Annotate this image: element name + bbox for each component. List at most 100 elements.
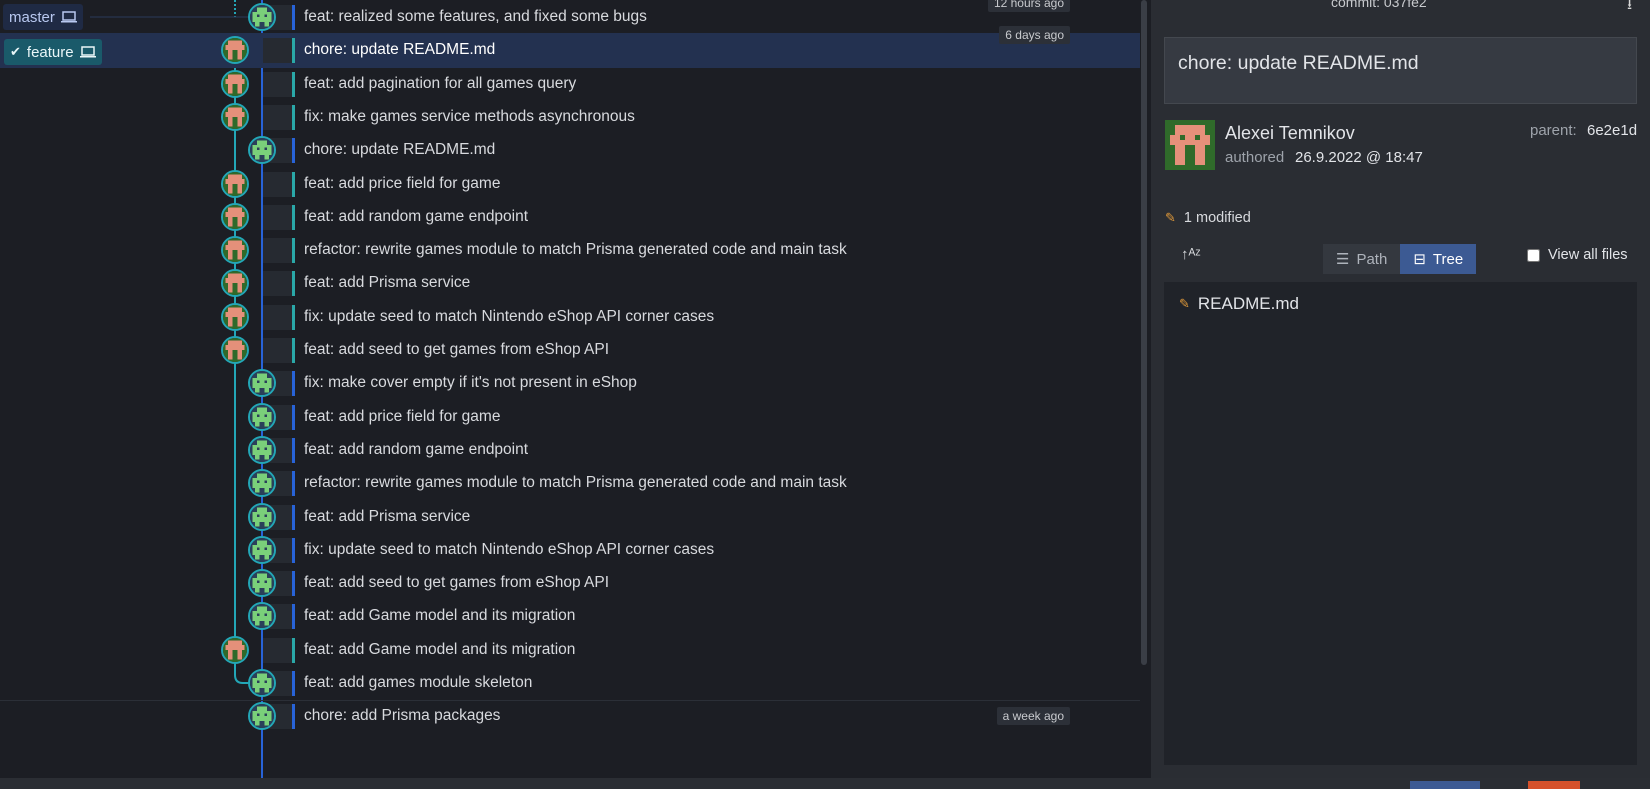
row-lane-stripe — [263, 271, 293, 297]
author-avatar — [1165, 120, 1215, 170]
commit-row[interactable]: feat: add Prisma service — [0, 500, 1140, 535]
row-color-bar — [292, 271, 295, 297]
pencil-icon: ✎ — [1165, 210, 1176, 225]
laptop-icon — [79, 46, 96, 58]
commit-sha-line: commit: 037fe2 — [1331, 0, 1427, 10]
status-bar-button[interactable] — [1410, 781, 1480, 789]
commit-avatar[interactable] — [221, 302, 249, 331]
row-color-bar — [292, 338, 295, 363]
file-row[interactable]: ✎ README.md — [1179, 294, 1299, 314]
commit-avatar[interactable] — [221, 102, 249, 131]
commit-avatar[interactable] — [248, 669, 276, 697]
row-color-bar — [292, 637, 295, 663]
commit-message: feat: add random game endpoint — [304, 440, 529, 458]
commit-avatar[interactable] — [221, 202, 249, 231]
row-color-bar — [292, 404, 295, 430]
row-color-bar — [292, 471, 295, 497]
commit-row[interactable]: chore: add Prisma packages — [0, 699, 1140, 734]
authored-date: 26.9.2022 @ 18:47 — [1295, 149, 1423, 166]
commit-row[interactable]: chore: update README.md — [0, 133, 1140, 168]
author-identicon-icon — [250, 671, 274, 695]
commit-row[interactable]: chore: update README.md — [0, 33, 1140, 69]
author-identicon-icon — [250, 504, 274, 529]
branch-chip-master[interactable]: master — [3, 4, 83, 30]
commit-message: feat: add seed to get games from eShop A… — [304, 341, 610, 358]
author-identicon-icon — [250, 571, 274, 596]
branch-chip-feature[interactable]: ✔ feature — [4, 39, 102, 65]
commit-row[interactable]: feat: add Prisma service — [0, 266, 1140, 301]
commit-row[interactable]: feat: realized some features, and fixed … — [0, 0, 1140, 35]
commit-row[interactable]: fix: update seed to match Nintendo eShop… — [0, 300, 1140, 335]
commit-avatar[interactable] — [248, 535, 276, 564]
commit-row[interactable]: fix: make games service methods asynchro… — [0, 100, 1140, 135]
commit-row[interactable]: fix: make cover empty if it's not presen… — [0, 366, 1140, 401]
commit-row[interactable]: feat: add games module skeleton — [0, 666, 1140, 701]
tree-view-button[interactable]: ⊟ Tree — [1400, 244, 1477, 274]
commit-avatar[interactable] — [248, 435, 276, 464]
row-color-bar — [292, 304, 295, 330]
commit-row[interactable]: feat: add seed to get games from eShop A… — [0, 566, 1140, 601]
graph-scrollbar[interactable] — [1141, 0, 1147, 665]
row-color-bar — [292, 38, 295, 64]
commit-avatar[interactable] — [248, 402, 276, 431]
row-color-bar — [292, 537, 295, 563]
time-tag-top: 12 hours ago — [987, 0, 1070, 12]
commit-avatar[interactable] — [221, 336, 249, 364]
list-icon: ☰ — [1336, 251, 1350, 268]
commit-row[interactable]: feat: add price field for game — [0, 400, 1140, 435]
commit-row[interactable]: feat: add random game endpoint — [0, 200, 1140, 235]
checkout-check-icon: ✔ — [10, 44, 21, 59]
download-icon[interactable]: ⭳ — [1627, 0, 1632, 18]
row-lane-stripe — [263, 304, 293, 330]
commit-row[interactable]: feat: add Game model and its migration — [0, 633, 1140, 668]
status-bar-badge[interactable] — [1528, 781, 1580, 789]
parent-sha[interactable]: 6e2e1d — [1587, 122, 1637, 139]
time-tag-six-days: 6 days ago — [999, 26, 1070, 44]
commit-avatar[interactable] — [248, 469, 276, 498]
row-lane-stripe — [263, 338, 293, 363]
commit-message: feat: add Prisma service — [304, 507, 471, 525]
view-all-files-toggle[interactable]: View all files — [1527, 247, 1628, 263]
commit-avatar[interactable] — [248, 569, 276, 598]
row-color-bar — [292, 5, 295, 30]
commit-message: fix: update seed to match Nintendo eShop… — [304, 307, 715, 325]
commit-row[interactable]: fix: update seed to match Nintendo eShop… — [0, 533, 1140, 568]
authored-label: authored — [1225, 149, 1285, 166]
commit-avatar[interactable] — [248, 502, 276, 531]
modified-summary: ✎ 1 modified — [1165, 210, 1251, 226]
row-color-bar — [292, 671, 295, 696]
commit-avatar[interactable] — [221, 236, 249, 265]
commit-message: feat: add seed to get games from eShop A… — [304, 574, 610, 592]
row-color-bar — [292, 238, 295, 264]
commit-message: feat: add Game model and its migration — [304, 607, 576, 625]
commit-avatar[interactable] — [248, 136, 276, 165]
path-view-button[interactable]: ☰ Path — [1323, 244, 1401, 274]
commit-row[interactable]: feat: add seed to get games from eShop A… — [0, 333, 1140, 368]
commit-sha[interactable]: 037fe2 — [1384, 0, 1427, 10]
commit-message: feat: add pagination for all games query — [304, 74, 577, 92]
commit-avatar[interactable] — [221, 635, 249, 664]
commit-row[interactable]: feat: add random game endpoint — [0, 433, 1140, 468]
commit-row[interactable]: feat: add price field for game — [0, 167, 1140, 202]
row-lane-stripe — [263, 637, 293, 663]
commit-avatar[interactable] — [248, 3, 276, 31]
commit-row[interactable]: refactor: rewrite games module to match … — [0, 233, 1140, 268]
commit-row[interactable]: refactor: rewrite games module to match … — [0, 466, 1140, 501]
file-name: README.md — [1197, 294, 1299, 313]
row-lane-stripe — [263, 171, 293, 197]
view-all-files-checkbox[interactable] — [1527, 248, 1540, 262]
status-bar — [0, 778, 1650, 789]
commit-avatar[interactable] — [221, 69, 249, 98]
commit-row[interactable]: feat: add Game model and its migration — [0, 599, 1140, 634]
laptop-icon — [60, 11, 77, 23]
commit-message: feat: add Prisma service — [304, 274, 471, 292]
commit-message: chore: update README.md — [304, 41, 496, 59]
commit-graph-panel: feat: realized some features, and fixed … — [0, 0, 1140, 778]
commit-avatar[interactable] — [221, 169, 249, 198]
row-color-bar — [292, 437, 295, 463]
commit-message: feat: add price field for game — [304, 174, 501, 192]
author-identicon-icon — [250, 5, 274, 29]
commit-message: refactor: rewrite games module to match … — [304, 474, 847, 492]
sort-az-icon[interactable]: ↑ᴬᶻ — [1181, 246, 1201, 263]
commit-row[interactable]: feat: add pagination for all games query — [0, 67, 1140, 102]
